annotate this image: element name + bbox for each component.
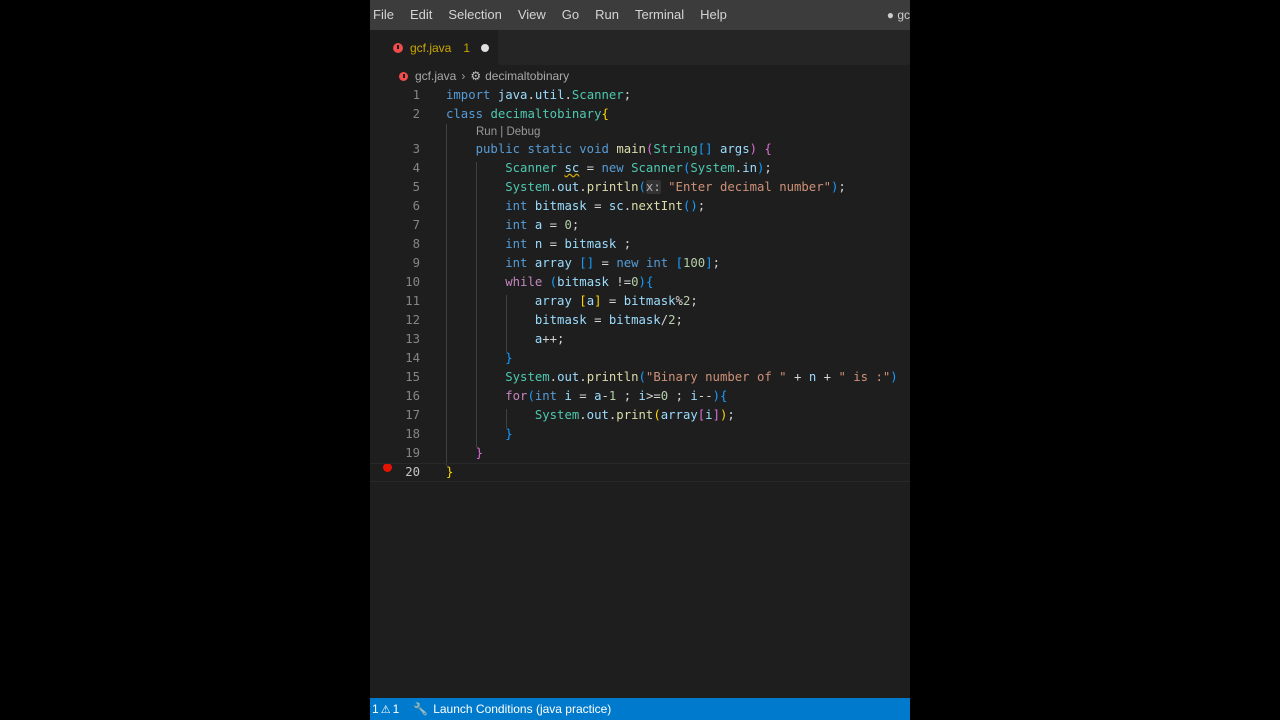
menu-edit[interactable]: Edit [402, 0, 440, 30]
code-text: Scanner sc = new Scanner(System.in); [505, 161, 772, 175]
breadcrumb-symbol[interactable]: decimaltobinary [485, 69, 569, 83]
line-number: 5 [412, 180, 420, 194]
code-line[interactable]: 15 System.out.println("Binary number of … [370, 368, 910, 387]
code-line[interactable]: 10 while (bitmask !=0){ [370, 273, 910, 292]
line-number: 9 [412, 256, 420, 270]
code-text: int bitmask = sc.nextInt(); [505, 199, 706, 213]
class-symbol-icon: ⚙ [470, 69, 482, 83]
code-line[interactable]: 7 int a = 0; [370, 216, 910, 235]
code-text: System.out.println("Binary number of " +… [505, 370, 898, 384]
code-line[interactable]: 20} [370, 463, 910, 482]
menu-terminal[interactable]: Terminal [627, 0, 692, 30]
code-text: class decimaltobinary{ [446, 106, 609, 121]
code-line[interactable]: 5 System.out.println(x: "Enter decimal n… [370, 178, 910, 197]
window-title: ● gc [886, 8, 910, 22]
error-count: 1 [372, 702, 379, 716]
code-text: import java.util.Scanner; [446, 87, 632, 102]
line-number: 18 [405, 427, 420, 441]
line-number: 7 [412, 218, 420, 232]
tab-problem-count: 1 [463, 40, 471, 55]
error-circle-icon [393, 42, 403, 53]
launch-configuration[interactable]: 🔧 Launch Conditions (java practice) [413, 702, 611, 716]
line-number: 11 [405, 294, 420, 308]
code-text: array [a] = bitmask%2; [534, 294, 698, 308]
tab-label: gcf.java [410, 40, 452, 55]
vscode-window: File Edit Selection View Go Run Terminal… [370, 0, 910, 720]
code-text: while (bitmask !=0){ [505, 275, 654, 289]
breadcrumb-file[interactable]: gcf.java [415, 69, 456, 83]
code-text: int n = bitmask ; [505, 237, 632, 251]
menu-help[interactable]: Help [692, 0, 735, 30]
codelens-run-debug[interactable]: Run | Debug [476, 124, 540, 140]
line-number: 19 [405, 446, 420, 460]
launch-label: Launch Conditions (java practice) [433, 702, 612, 716]
line-number: 4 [412, 161, 420, 175]
line-number: 15 [405, 370, 420, 384]
menu-file[interactable]: File [370, 0, 402, 30]
code-line[interactable]: 4 Scanner sc = new Scanner(System.in); [370, 159, 910, 178]
line-number: 16 [405, 389, 420, 403]
code-line[interactable]: 2 class decimaltobinary{ [370, 105, 910, 124]
code-line[interactable]: 11 array [a] = bitmask%2; [370, 292, 910, 311]
code-text: System.out.println(x: "Enter decimal num… [505, 180, 846, 194]
wrench-icon: 🔧 [413, 702, 429, 716]
menu-selection[interactable]: Selection [440, 0, 509, 30]
line-number: 8 [412, 237, 420, 251]
tab-gcf-java[interactable]: gcf.java 1 [370, 30, 498, 65]
code-text: } [505, 427, 513, 441]
status-bar: 1 ⚠ 1 🔧 Launch Conditions (java practice… [370, 698, 910, 720]
code-line[interactable]: 13 a++; [370, 330, 910, 349]
code-text: } [475, 446, 484, 460]
code-line[interactable]: 18 } [370, 425, 910, 444]
line-number: 1 [412, 87, 420, 102]
code-text: for(int i = a-1 ; i>=0 ; i--){ [505, 389, 728, 403]
code-text: int a = 0; [505, 218, 580, 232]
code-text: int array [] = new int [100]; [505, 256, 721, 270]
code-line[interactable]: 16 for(int i = a-1 ; i>=0 ; i--){ [370, 387, 910, 406]
line-number: 17 [405, 408, 420, 422]
line-number: 14 [405, 351, 420, 365]
line-number: 10 [405, 275, 420, 289]
tab-bar: gcf.java 1 [370, 30, 910, 65]
menu-view[interactable]: View [510, 0, 554, 30]
problems-indicator[interactable]: 1 ⚠ 1 [370, 702, 399, 716]
code-text: a++; [534, 332, 565, 346]
error-circle-icon [399, 71, 408, 81]
code-text: System.out.print(array[i]); [534, 408, 735, 422]
menu-bar: File Edit Selection View Go Run Terminal… [370, 0, 910, 30]
line-number: 13 [405, 332, 420, 346]
code-line[interactable]: 17 System.out.print(array[i]); [370, 406, 910, 425]
unsaved-dot-icon[interactable] [481, 43, 490, 52]
code-text: } [505, 351, 513, 365]
menu-go[interactable]: Go [554, 0, 587, 30]
line-number: 6 [412, 199, 420, 213]
code-editor[interactable]: Run | Debug 1 import java.util.Scanner; 2 c… [370, 86, 910, 698]
code-line[interactable]: 8 int n = bitmask ; [370, 235, 910, 254]
line-number: 20 [405, 465, 420, 479]
code-line[interactable]: 3 public static void main(String[] args)… [370, 140, 910, 159]
line-number: 12 [405, 313, 420, 327]
code-line[interactable]: 14 } [370, 349, 910, 368]
code-line[interactable]: 9 int array [] = new int [100]; [370, 254, 910, 273]
code-line[interactable]: 19 } [370, 444, 910, 463]
code-text: } [446, 465, 454, 479]
line-number: 2 [412, 106, 420, 121]
code-line[interactable]: 6 int bitmask = sc.nextInt(); [370, 197, 910, 216]
menu-run[interactable]: Run [587, 0, 627, 30]
code-text: bitmask = bitmask/2; [534, 313, 683, 327]
code-line[interactable]: 1 import java.util.Scanner; [370, 86, 910, 105]
code-line[interactable]: 12 bitmask = bitmask/2; [370, 311, 910, 330]
line-number: 3 [412, 142, 420, 156]
chevron-right-icon: › [461, 69, 466, 83]
warning-triangle-icon: ⚠ [380, 703, 391, 716]
breadcrumb: gcf.java › ⚙ decimaltobinary [370, 65, 910, 87]
warning-count: 1 [392, 702, 400, 716]
code-text: public static void main(String[] args) { [475, 142, 772, 156]
